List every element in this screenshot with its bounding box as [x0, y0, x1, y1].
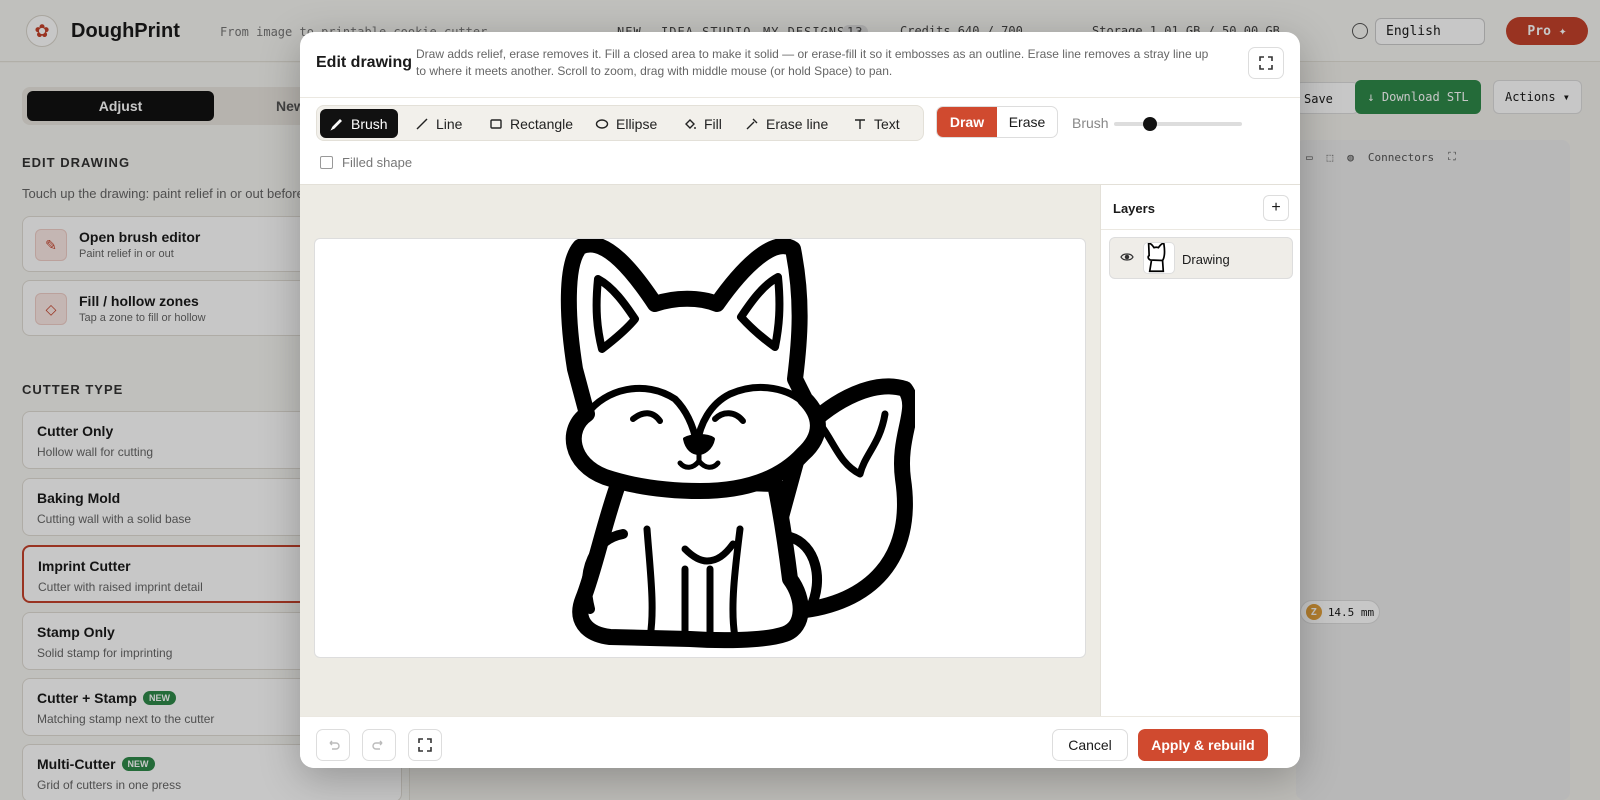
fit-view-button[interactable]: [408, 729, 442, 761]
brush-icon: [330, 118, 342, 131]
line-icon: [416, 118, 428, 129]
tool-label: Text: [874, 115, 900, 132]
add-layer-button[interactable]: +: [1263, 195, 1289, 221]
tool-rectangle[interactable]: Rectangle: [479, 109, 583, 138]
fit-icon: [418, 738, 432, 752]
tool-label: Line: [436, 115, 463, 132]
tool-label: Rectangle: [510, 115, 574, 132]
apply-rebuild-button[interactable]: Apply & rebuild: [1138, 729, 1268, 761]
expand-icon[interactable]: [1248, 47, 1284, 79]
modal-title: Edit drawing: [316, 54, 412, 71]
redo-button[interactable]: [362, 729, 396, 761]
brush-size-slider[interactable]: [1114, 122, 1242, 126]
layer-thumbnail: [1143, 242, 1175, 274]
brush-size-label: Brush: [1072, 115, 1109, 131]
layers-panel: Layers + Drawing: [1100, 184, 1300, 716]
drawing-canvas[interactable]: [314, 238, 1086, 658]
tool-ellipse[interactable]: Ellipse: [585, 109, 667, 138]
redo-icon: [372, 740, 383, 750]
tool-line[interactable]: Line: [405, 109, 472, 138]
undo-icon: [329, 740, 340, 750]
filled-shape-label: Filled shape: [342, 155, 413, 170]
tool-brush[interactable]: Brush: [320, 109, 398, 138]
tool-label: Brush: [351, 115, 388, 132]
tool-fill[interactable]: Fill: [673, 109, 732, 138]
rectangle-icon: [490, 118, 502, 129]
modal-header: Edit drawing Draw adds relief, erase rem…: [300, 32, 1300, 98]
tool-palette: Brush Line Rectangle Ellipse Fill Erase …: [316, 105, 924, 141]
modal-description: Draw adds relief, erase removes it. Fill…: [416, 47, 1209, 78]
filled-shape-checkbox[interactable]: [320, 156, 333, 169]
fill-bucket-icon: [685, 118, 696, 129]
tool-text[interactable]: Text: [843, 109, 910, 138]
ellipse-icon: [595, 118, 609, 129]
cancel-button[interactable]: Cancel: [1052, 729, 1128, 761]
fox-thumbnail: [1147, 242, 1166, 273]
tool-erase-line[interactable]: Erase line: [735, 109, 838, 138]
text-icon: [855, 118, 865, 129]
erase-line-icon: [746, 118, 758, 129]
fox-drawing: [560, 239, 915, 649]
erase-mode-button[interactable]: Erase: [997, 107, 1057, 137]
layers-title: Layers: [1113, 201, 1155, 216]
brush-size-handle[interactable]: [1142, 117, 1157, 131]
canvas-area[interactable]: [300, 184, 1100, 716]
layer-name: Drawing: [1182, 252, 1230, 267]
eye-icon[interactable]: [1120, 252, 1134, 262]
draw-erase-toggle: Draw Erase: [936, 106, 1058, 138]
tool-label: Fill: [704, 115, 722, 132]
layers-divider: [1101, 229, 1300, 230]
draw-mode-button[interactable]: Draw: [937, 107, 997, 137]
edit-drawing-modal: Edit drawing Draw adds relief, erase rem…: [300, 32, 1300, 768]
tool-label: Ellipse: [616, 115, 658, 132]
tool-label: Erase line: [766, 115, 829, 132]
modal-footer: Cancel Apply & rebuild: [300, 716, 1300, 768]
layer-row[interactable]: Drawing: [1109, 237, 1293, 279]
undo-button[interactable]: [316, 729, 350, 761]
